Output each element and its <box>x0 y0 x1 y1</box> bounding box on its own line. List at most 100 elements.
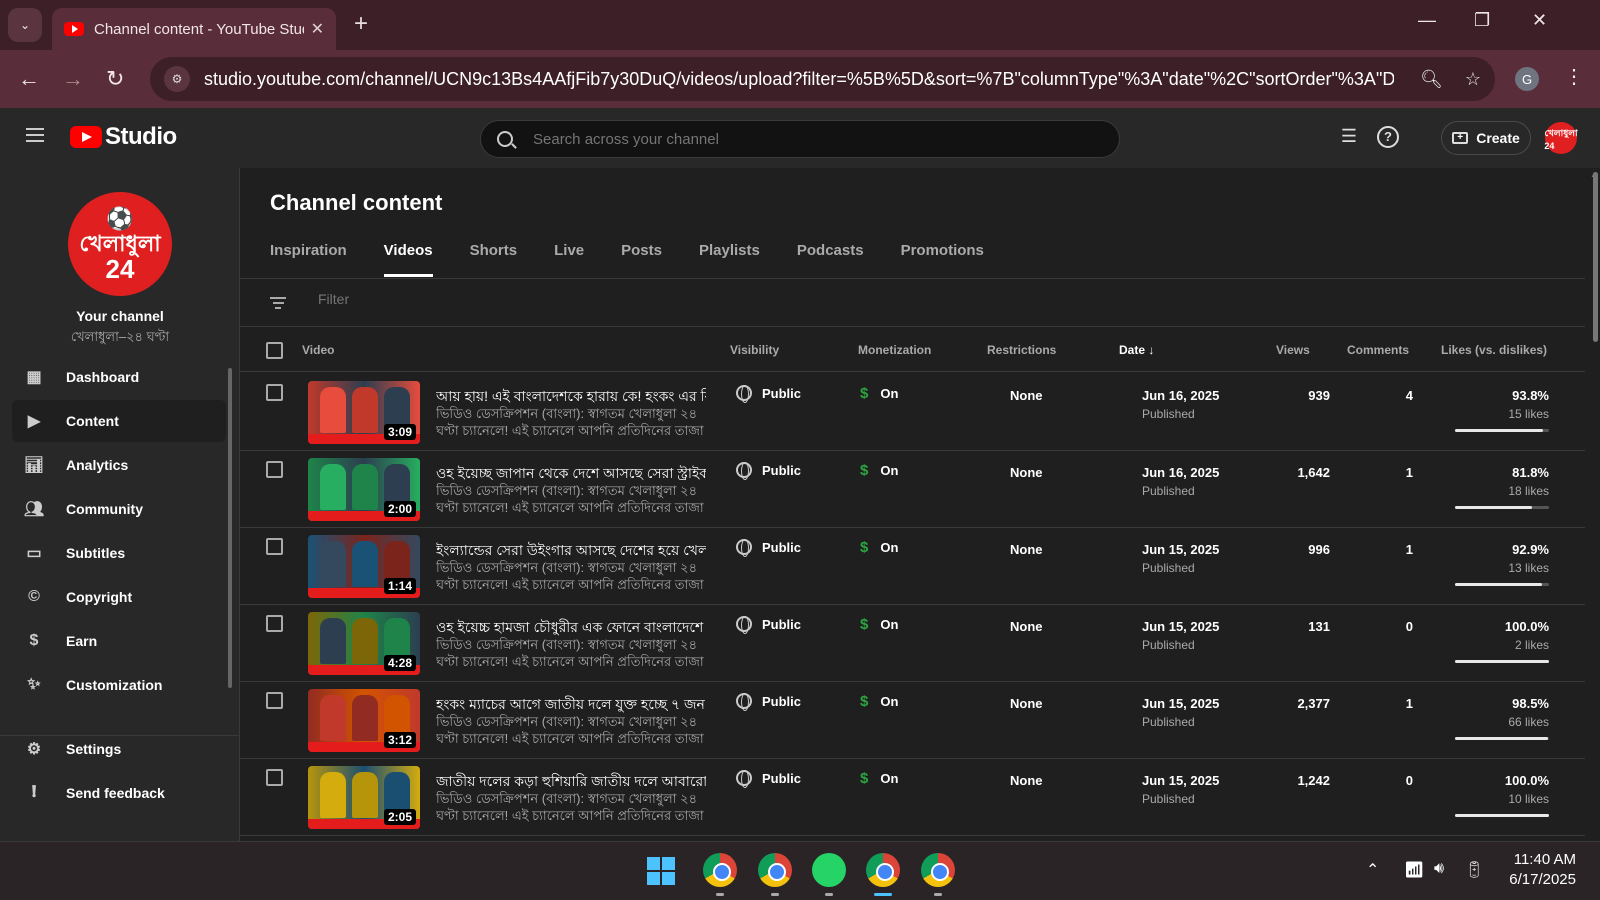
table-row[interactable]: 4:28 ওহ ইয়েচ্চ হামজা চৌধুরীর এক ফোনে বা… <box>240 604 1585 682</box>
wifi-icon[interactable]: 📶︎ <box>1404 860 1424 880</box>
sidebar-scrollbar[interactable] <box>228 368 232 688</box>
monetization-cell[interactable]: $ On <box>860 462 898 479</box>
visibility-cell[interactable]: Public <box>736 616 801 634</box>
monetization-cell[interactable]: $ On <box>860 770 898 787</box>
row-checkbox[interactable] <box>266 538 283 555</box>
table-row[interactable]: 3:12 হংকং ম্যাচের আগে জাতীয় দলে যুক্ত হ… <box>240 681 1585 759</box>
tab-inspiration[interactable]: Inspiration <box>270 242 347 274</box>
tab-posts[interactable]: Posts <box>621 242 662 274</box>
column-likes[interactable]: Likes (vs. dislikes) <box>1441 343 1547 357</box>
sidebar-item-customization[interactable]: ✨︎ Customization <box>12 664 226 706</box>
chevron-up-icon[interactable]: ⌃ <box>1366 860 1379 880</box>
browser-menu-icon[interactable]: ⋮ <box>1564 64 1584 89</box>
column-restrictions[interactable]: Restrictions <box>987 343 1056 357</box>
column-comments[interactable]: Comments <box>1347 343 1409 357</box>
visibility-cell[interactable]: Public <box>736 693 801 711</box>
visibility-cell[interactable]: Public <box>736 539 801 557</box>
tab-podcasts[interactable]: Podcasts <box>797 242 864 274</box>
hamburger-menu-icon[interactable] <box>26 128 44 142</box>
tab-playlists[interactable]: Playlists <box>699 242 760 274</box>
browser-profile-avatar[interactable]: G <box>1515 67 1539 91</box>
chrome-icon[interactable] <box>703 853 737 887</box>
youtube-studio-logo[interactable]: Studio <box>70 123 177 151</box>
visibility-cell[interactable]: Public <box>736 385 801 403</box>
whatsapp-icon[interactable] <box>812 853 846 887</box>
row-checkbox[interactable] <box>266 692 283 709</box>
messages-icon[interactable]: ☰ <box>1338 126 1360 148</box>
table-row[interactable]: 2:00 ওহ ইয়েচ্ছ জাপান থেকে দেশে আসছে সের… <box>240 450 1585 528</box>
zoom-icon[interactable]: 🔍︎ <box>1420 69 1443 90</box>
close-tab-icon[interactable]: ✕ <box>311 19 324 39</box>
column-monetization[interactable]: Monetization <box>858 343 931 357</box>
column-views[interactable]: Views <box>1276 343 1310 357</box>
url-text[interactable]: studio.youtube.com/channel/UCN9c13Bs4AAf… <box>204 69 1394 90</box>
minimize-button[interactable]: — <box>1418 10 1436 31</box>
row-checkbox[interactable] <box>266 769 283 786</box>
video-thumbnail[interactable]: 4:28 <box>308 612 420 675</box>
battery-icon[interactable]: 🔋︎ <box>1464 860 1484 880</box>
sidebar-item-settings[interactable]: ⚙ Settings <box>12 728 226 770</box>
monetization-cell[interactable]: $ On <box>860 616 898 633</box>
bookmark-star-icon[interactable]: ☆ <box>1465 69 1481 90</box>
monetization-cell[interactable]: $ On <box>860 693 898 710</box>
create-button[interactable]: + Create <box>1441 121 1531 155</box>
restore-button[interactable]: ❐ <box>1474 10 1490 31</box>
monetization-cell[interactable]: $ On <box>860 539 898 556</box>
filter-input[interactable] <box>318 291 718 307</box>
sidebar-item-dashboard[interactable]: ▦ Dashboard <box>12 356 226 398</box>
reload-icon[interactable]: ↻ <box>106 66 124 92</box>
account-avatar[interactable]: খেলাধুলা 24 <box>1544 122 1578 154</box>
address-bar[interactable]: ⚙ studio.youtube.com/channel/UCN9c13Bs4A… <box>150 57 1495 101</box>
new-tab-button[interactable]: + <box>354 10 368 38</box>
help-icon[interactable]: ? <box>1377 126 1399 148</box>
volume-icon[interactable]: 🔊︎ <box>1434 860 1444 878</box>
tab-shorts[interactable]: Shorts <box>470 242 518 274</box>
table-row[interactable]: 3:09 আয় হায়! এই বাংলাদেশকে হারায় কে! … <box>240 373 1585 451</box>
browser-tab[interactable]: Channel content - YouTube Studio ✕ <box>52 8 336 50</box>
tab-search-button[interactable]: ⌄ <box>8 8 42 42</box>
back-arrow-icon[interactable]: ← <box>18 66 40 92</box>
column-date[interactable]: Date ↓ <box>1119 343 1154 357</box>
views-count: 1,642 <box>1297 465 1330 480</box>
channel-avatar[interactable]: ⚽ খেলাধুলা 24 <box>68 192 172 296</box>
chrome-icon[interactable] <box>921 853 955 887</box>
channel-search-box[interactable] <box>480 120 1120 158</box>
forward-arrow-icon[interactable]: → <box>62 66 84 92</box>
video-thumbnail[interactable]: 3:12 <box>308 689 420 752</box>
tab-videos[interactable]: Videos <box>383 242 433 277</box>
sidebar-item-community[interactable]: 👥︎ Community <box>12 488 226 530</box>
sidebar-item-copyright[interactable]: © Copyright <box>12 576 226 618</box>
sidebar-item-send-feedback[interactable]: ❗︎ Send feedback <box>12 772 226 814</box>
system-clock[interactable]: 11:40 AM 6/17/2025 <box>1500 850 1576 890</box>
sidebar-item-subtitles[interactable]: ▭ Subtitles <box>12 532 226 574</box>
select-all-checkbox[interactable] <box>266 342 283 359</box>
sidebar-item-analytics[interactable]: 📊︎ Analytics <box>12 444 226 486</box>
video-thumbnail[interactable]: 1:14 <box>308 535 420 598</box>
column-visibility[interactable]: Visibility <box>730 343 779 357</box>
chrome-icon[interactable] <box>866 853 900 887</box>
filter-icon[interactable] <box>270 297 286 312</box>
tab-promotions[interactable]: Promotions <box>901 242 984 274</box>
sidebar-item-earn[interactable]: $ Earn <box>12 620 226 662</box>
row-checkbox[interactable] <box>266 615 283 632</box>
window-close-button[interactable]: ✕ <box>1532 10 1547 31</box>
search-input[interactable] <box>533 130 1093 148</box>
visibility-cell[interactable]: Public <box>736 462 801 480</box>
video-thumbnail[interactable]: 2:00 <box>308 458 420 521</box>
tab-live[interactable]: Live <box>554 242 584 274</box>
monetization-cell[interactable]: $ On <box>860 385 898 402</box>
table-row[interactable]: 1:14 ইংল্যান্ডের সেরা উইংগার আসছে দেশের … <box>240 527 1585 605</box>
row-checkbox[interactable] <box>266 384 283 401</box>
publish-status: Published <box>1142 561 1195 575</box>
row-checkbox[interactable] <box>266 461 283 478</box>
site-info-icon[interactable]: ⚙ <box>164 66 190 92</box>
sidebar-item-content[interactable]: ▶ Content <box>12 400 226 442</box>
table-row[interactable]: 2:05 জাতীয় দলের কড়া হুশিয়ারি জাতীয় দ… <box>240 758 1585 836</box>
video-thumbnail[interactable]: 2:05 <box>308 766 420 829</box>
dollar-icon: $ <box>860 616 869 633</box>
chrome-icon[interactable] <box>758 853 792 887</box>
main-scrollbar[interactable] <box>1593 172 1598 342</box>
visibility-cell[interactable]: Public <box>736 770 801 788</box>
video-thumbnail[interactable]: 3:09 <box>308 381 420 444</box>
windows-start-icon[interactable] <box>647 857 675 885</box>
